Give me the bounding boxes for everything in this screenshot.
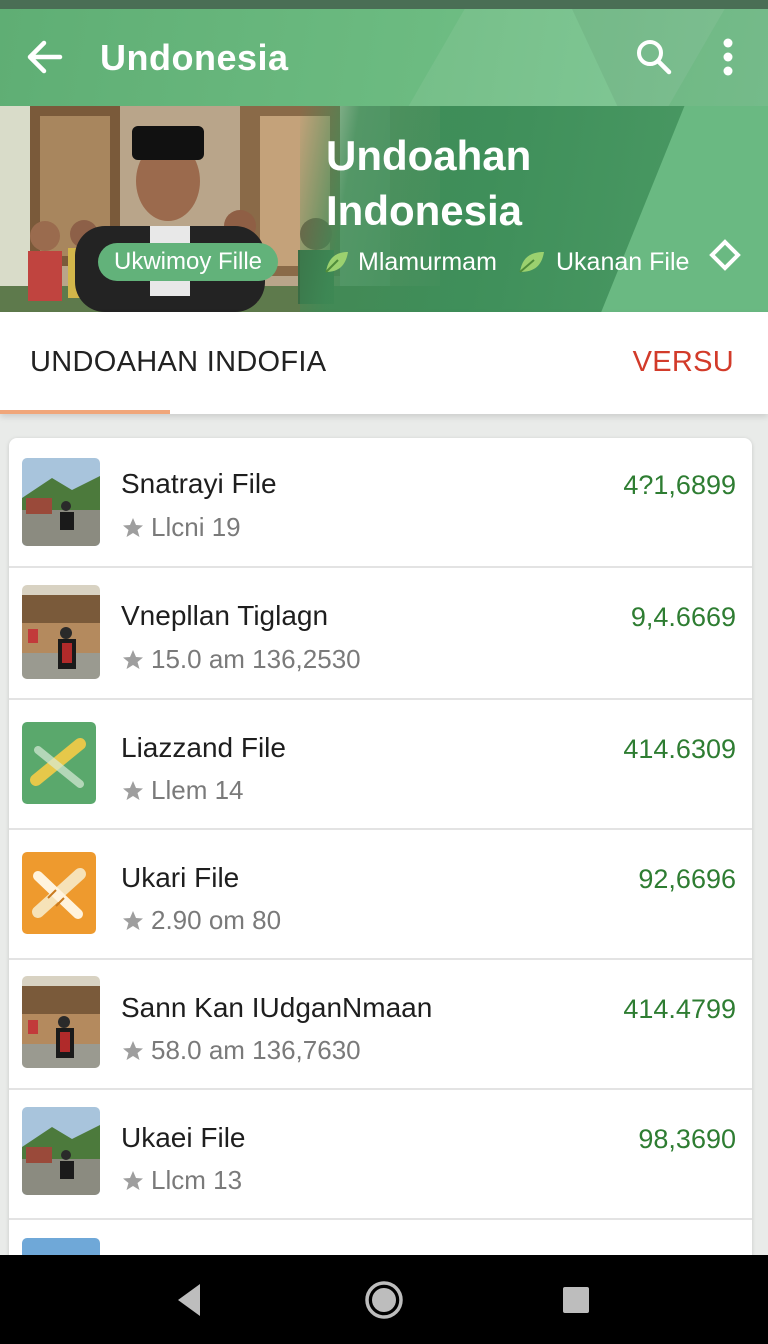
hero-meta-1: Mlamurmam	[322, 246, 497, 278]
nav-home-icon	[365, 1281, 403, 1319]
list-item[interactable]: Ukari File 2.90 om 80 92,6696	[9, 832, 752, 960]
arrow-left-icon	[27, 40, 63, 74]
nav-home-button[interactable]	[359, 1275, 409, 1325]
item-subtitle-text: Llem 14	[151, 775, 244, 805]
star-icon	[123, 649, 143, 669]
hero-banner: Undoahan Indonesia Ukwimoy Fille Mlamurm…	[0, 106, 768, 312]
category-chip[interactable]: Ukwimoy Fille	[98, 243, 279, 281]
hero-title: Undoahan Indonesia	[326, 132, 532, 234]
list-item[interactable]: Liazzand File Llem 14 414.6309	[9, 702, 752, 830]
app-bar: Undonesia	[0, 9, 768, 106]
item-value: 414.4799	[623, 994, 736, 1024]
item-value: 9,4.6669	[630, 602, 736, 632]
item-subtitle-text: Llcm 13	[151, 1165, 243, 1195]
more-options-button[interactable]	[708, 33, 748, 81]
item-title: Ukari File	[121, 862, 240, 893]
more-vert-icon	[723, 38, 733, 76]
star-icon	[123, 1170, 143, 1190]
hero-meta-2: Ukanan File	[516, 246, 689, 278]
system-nav-bar	[0, 1255, 768, 1344]
item-subtitle-text: 2.90 om 80	[151, 905, 282, 935]
list-item[interactable]: Ukaei File Llcm 13 98,3690	[9, 1092, 752, 1220]
item-subtitle: Llcni 19	[121, 512, 241, 543]
star-icon	[123, 780, 143, 800]
nav-recents-icon	[563, 1287, 589, 1313]
thumbnail-image	[22, 585, 100, 679]
tab-bar: UNDOAHAN INDOFIA VERSU	[0, 312, 768, 414]
item-title: Ukaei File	[121, 1122, 246, 1153]
item-value: 414.6309	[623, 734, 736, 764]
search-icon	[637, 40, 672, 75]
search-button[interactable]	[630, 33, 678, 81]
file-list-card: Snatrayi File Llcni 19 4?1,6899 Vnepllan…	[9, 438, 752, 1268]
list-item[interactable]: Vnepllan Tiglagn 15.0 am 136,2530 9,4.66…	[9, 570, 752, 700]
hero-meta-1-label: Mlamurmam	[358, 247, 497, 276]
item-title: Snatrayi File	[121, 468, 277, 499]
star-icon	[123, 910, 143, 930]
hero-action-button[interactable]	[704, 234, 746, 276]
star-icon	[123, 517, 143, 537]
star-icon	[123, 1040, 143, 1060]
leaf-icon	[325, 252, 348, 273]
tab-main[interactable]: UNDOAHAN INDOFIA	[30, 346, 326, 379]
tab-versu[interactable]: VERSU	[633, 346, 734, 379]
item-subtitle: 2.90 om 80	[121, 905, 281, 936]
status-bar	[0, 0, 768, 9]
hero-meta-2-label: Ukanan File	[556, 247, 690, 276]
pencil-icon	[22, 722, 96, 804]
list-item[interactable]: Snatrayi File Llcni 19 4?1,6899	[9, 438, 752, 568]
item-title: Liazzand File	[121, 732, 286, 763]
item-title: Vnepllan Tiglagn	[121, 600, 329, 631]
list-item[interactable]: Sann Kan IUdganNmaan 58.0 am 136,7630 41…	[9, 962, 752, 1090]
item-value: 98,3690	[638, 1124, 736, 1154]
leaf-icon	[519, 252, 544, 273]
nav-back-icon	[178, 1284, 200, 1316]
item-subtitle-text: 15.0 am 136,2530	[151, 644, 361, 674]
pencil-icon	[22, 852, 96, 934]
diamond-icon	[709, 239, 741, 271]
item-value: 4?1,6899	[623, 470, 736, 500]
app-title: Undonesia	[100, 37, 289, 78]
nav-back-button[interactable]	[164, 1275, 214, 1325]
item-subtitle: 15.0 am 136,2530	[121, 644, 361, 675]
nav-recents-button[interactable]	[551, 1275, 601, 1325]
item-subtitle-text: Llcni 19	[151, 512, 241, 542]
item-subtitle: Llcm 13	[121, 1165, 242, 1196]
item-title: Sann Kan IUdganNmaan	[121, 992, 433, 1023]
item-subtitle-text: 58.0 am 136,7630	[151, 1035, 361, 1065]
thumbnail-image	[22, 458, 100, 546]
back-button[interactable]	[20, 35, 68, 79]
thumbnail-image	[22, 1107, 100, 1195]
item-subtitle: Llem 14	[121, 775, 244, 806]
thumbnail-image	[22, 976, 100, 1068]
item-value: 92,6696	[638, 864, 736, 894]
item-subtitle: 58.0 am 136,7630	[121, 1035, 361, 1066]
tab-indicator	[0, 410, 170, 414]
